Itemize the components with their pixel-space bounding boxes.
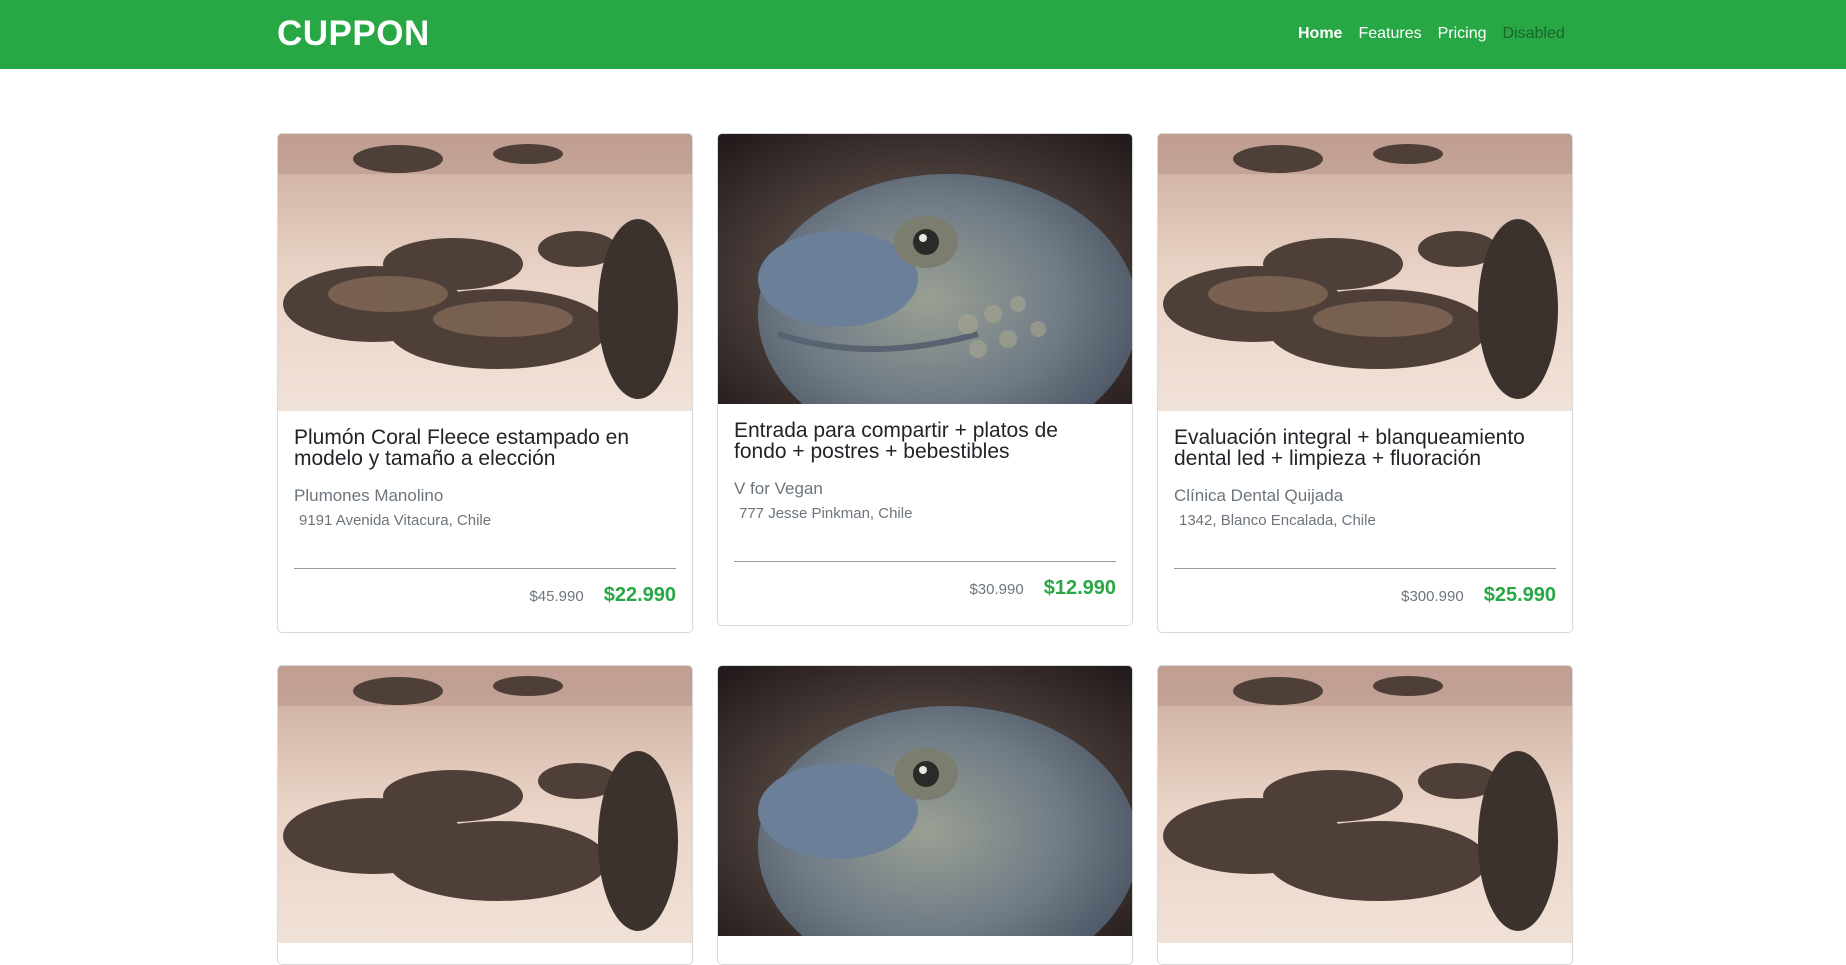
price-row: $45.990 $22.990	[294, 568, 676, 621]
deal-image[interactable]	[1158, 666, 1572, 943]
deal-card[interactable]	[277, 665, 693, 965]
merchant-name: Plumones Manolino	[294, 486, 444, 505]
original-price: $30.990	[969, 581, 1024, 598]
nav-link-pricing[interactable]: Pricing	[1430, 24, 1495, 46]
deal-card[interactable]	[717, 665, 1133, 965]
deal-image[interactable]	[278, 666, 692, 943]
merchant-name: V for Vegan	[734, 479, 823, 498]
deal-card[interactable]: Entrada para compartir + platos de fondo…	[717, 133, 1133, 626]
brand-logo[interactable]: CUPPON	[277, 14, 430, 54]
discount-price: $22.990	[603, 583, 676, 606]
deal-image[interactable]	[718, 134, 1132, 404]
discount-price: $12.990	[1043, 576, 1116, 599]
deal-title[interactable]: Entrada para compartir + platos de fondo…	[734, 420, 1116, 462]
merchant-address: 777 Jesse Pinkman, Chile	[739, 505, 913, 522]
nav-link-features[interactable]: Features	[1350, 24, 1429, 46]
original-price: $300.990	[1401, 588, 1464, 605]
original-price: $45.990	[529, 588, 584, 605]
deal-card[interactable]: Plumón Coral Fleece estampado en modelo …	[277, 133, 693, 633]
deal-image[interactable]	[278, 134, 692, 411]
price-row: $300.990 $25.990	[1174, 568, 1556, 621]
merchant-address: 9191 Avenida Vitacura, Chile	[299, 512, 492, 529]
nav-links: Home Features Pricing Disabled	[1290, 24, 1565, 46]
top-navbar: CUPPON Home Features Pricing Disabled	[0, 0, 1846, 69]
nav-link-home[interactable]: Home	[1290, 24, 1350, 46]
deal-image[interactable]	[718, 666, 1132, 936]
merchant-address: 1342, Blanco Encalada, Chile	[1179, 512, 1376, 529]
merchant-name: Clínica Dental Quijada	[1174, 486, 1344, 505]
price-row: $30.990 $12.990	[734, 561, 1116, 614]
nav-link-disabled: Disabled	[1502, 25, 1565, 42]
deal-image[interactable]	[1158, 134, 1572, 411]
discount-price: $25.990	[1483, 583, 1556, 606]
deal-card[interactable]: Evaluación integral + blanqueamiento den…	[1157, 133, 1573, 633]
deal-title[interactable]: Evaluación integral + blanqueamiento den…	[1174, 427, 1556, 469]
deal-title[interactable]: Plumón Coral Fleece estampado en modelo …	[294, 427, 676, 469]
deal-card[interactable]	[1157, 665, 1573, 965]
